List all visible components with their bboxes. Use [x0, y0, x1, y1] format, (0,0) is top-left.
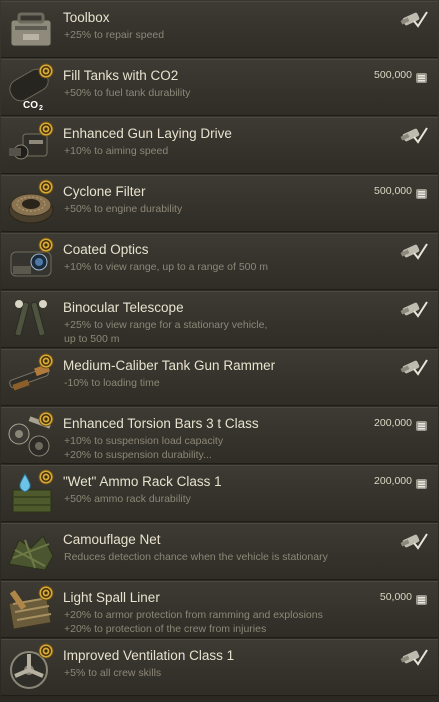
credits-icon	[416, 70, 427, 83]
price-label: 500,000	[374, 185, 412, 197]
description-line: +5% to all crew skills	[64, 667, 162, 679]
equipment-description: +10% to suspension load capacity +20% to …	[64, 434, 223, 462]
price-label: 200,000	[374, 475, 412, 487]
equipment-row[interactable]: CO 2 Fill Tanks with CO2 +50% to fuel tank …	[1, 59, 438, 116]
equipment-row[interactable]: Camouflage Net Reduces detection chance w…	[1, 523, 438, 580]
equipment-description: +10% to view range, up to a range of 500…	[64, 260, 268, 274]
upgrade-badge-icon	[38, 179, 54, 195]
description-line: +50% to engine durability	[64, 203, 183, 215]
owned-check-icon	[400, 357, 428, 377]
owned-check-icon	[400, 647, 428, 667]
equipment-row[interactable]: Toolbox +25% to repair speed	[1, 1, 438, 58]
description-line: +20% to armor protection from ramming an…	[64, 609, 323, 621]
equipment-title: Medium-Caliber Tank Gun Rammer	[63, 358, 276, 373]
equipment-title: Cyclone Filter	[63, 184, 146, 199]
owned-check-icon	[400, 241, 428, 261]
price-label: 500,000	[374, 69, 412, 81]
camouflage-net-icon	[5, 526, 57, 576]
equipment-title: Light Spall Liner	[63, 590, 160, 605]
owned-check-icon	[400, 299, 428, 319]
equipment-row[interactable]: Medium-Caliber Tank Gun Rammer -10% to lo…	[1, 349, 438, 406]
owned-check-icon	[400, 531, 428, 551]
description-line: +25% to repair speed	[64, 29, 165, 41]
description-line: +20% to suspension durability...	[64, 449, 212, 461]
equipment-row[interactable]: Enhanced Torsion Bars 3 t Class +10% to s…	[1, 407, 438, 464]
upgrade-badge-icon	[38, 411, 54, 427]
equipment-title: Coated Optics	[63, 242, 149, 257]
upgrade-badge-icon	[38, 353, 54, 369]
equipment-description: Reduces detection chance when the vehicl…	[64, 550, 328, 564]
description-line: up to 500 m	[64, 333, 120, 345]
credits-icon	[416, 418, 427, 431]
equipment-description: +50% ammo rack durability	[64, 492, 191, 506]
description-line: +10% to aiming speed	[64, 145, 169, 157]
equipment-row[interactable]: Enhanced Gun Laying Drive +10% to aiming …	[1, 117, 438, 174]
equipment-title: Camouflage Net	[63, 532, 161, 547]
svg-text:CO: CO	[23, 100, 38, 111]
equipment-title: "Wet" Ammo Rack Class 1	[63, 474, 222, 489]
credits-icon	[416, 476, 427, 489]
equipment-description: -10% to loading time	[64, 376, 160, 390]
description-line: +20% to protection of the crew from inju…	[64, 623, 267, 635]
owned-check-icon	[400, 9, 428, 29]
description-line: +25% to view range for a stationary vehi…	[64, 319, 268, 331]
description-line: +10% to suspension load capacity	[64, 435, 224, 447]
credits-icon	[416, 592, 427, 605]
equipment-list: Toolbox +25% to repair speed CO 2 Fill Tanks…	[0, 0, 439, 702]
upgrade-badge-icon	[38, 585, 54, 601]
binocular-telescope-icon	[5, 294, 57, 344]
credits-icon	[416, 186, 427, 199]
equipment-title: Toolbox	[63, 10, 110, 25]
equipment-title: Enhanced Torsion Bars 3 t Class	[63, 416, 259, 431]
price-label: 200,000	[374, 417, 412, 429]
equipment-description: +50% to fuel tank durability	[64, 86, 190, 100]
description-line: +10% to view range, up to a range of 500…	[64, 261, 269, 273]
upgrade-badge-icon	[38, 63, 54, 79]
price-label: 50,000	[379, 591, 412, 603]
description-line: +50% ammo rack durability	[64, 493, 191, 505]
equipment-description: +25% to view range for a stationary vehi…	[64, 318, 267, 346]
description-line: +50% to fuel tank durability	[64, 87, 191, 99]
equipment-row[interactable]: "Wet" Ammo Rack Class 1 +50% ammo rack du…	[1, 465, 438, 522]
upgrade-badge-icon	[38, 643, 54, 659]
upgrade-badge-icon	[38, 469, 54, 485]
equipment-description: +25% to repair speed	[64, 28, 164, 42]
svg-text:2: 2	[39, 105, 43, 112]
owned-check-icon	[400, 125, 428, 145]
equipment-description: +20% to armor protection from ramming an…	[64, 608, 323, 636]
equipment-description: +50% to engine durability	[64, 202, 182, 216]
toolbox-icon	[5, 4, 57, 54]
equipment-title: Enhanced Gun Laying Drive	[63, 126, 232, 141]
equipment-row[interactable]: Coated Optics +10% to view range, up to a…	[1, 233, 438, 290]
equipment-description: +10% to aiming speed	[64, 144, 168, 158]
equipment-row[interactable]: Cyclone Filter +50% to engine durability 5…	[1, 175, 438, 232]
equipment-title: Improved Ventilation Class 1	[63, 648, 235, 663]
equipment-description: +5% to all crew skills	[64, 666, 161, 680]
upgrade-badge-icon	[38, 237, 54, 253]
equipment-title: Fill Tanks with CO2	[63, 68, 179, 83]
upgrade-badge-icon	[38, 121, 54, 137]
equipment-title: Binocular Telescope	[63, 300, 184, 315]
equipment-row[interactable]: Improved Ventilation Class 1 +5% to all c…	[1, 639, 438, 696]
equipment-row[interactable]: Binocular Telescope +25% to view range fo…	[1, 291, 438, 348]
description-line: -10% to loading time	[64, 377, 160, 389]
description-line: Reduces detection chance when the vehicl…	[64, 551, 328, 563]
equipment-row[interactable]: Light Spall Liner +20% to armor protectio…	[1, 581, 438, 638]
